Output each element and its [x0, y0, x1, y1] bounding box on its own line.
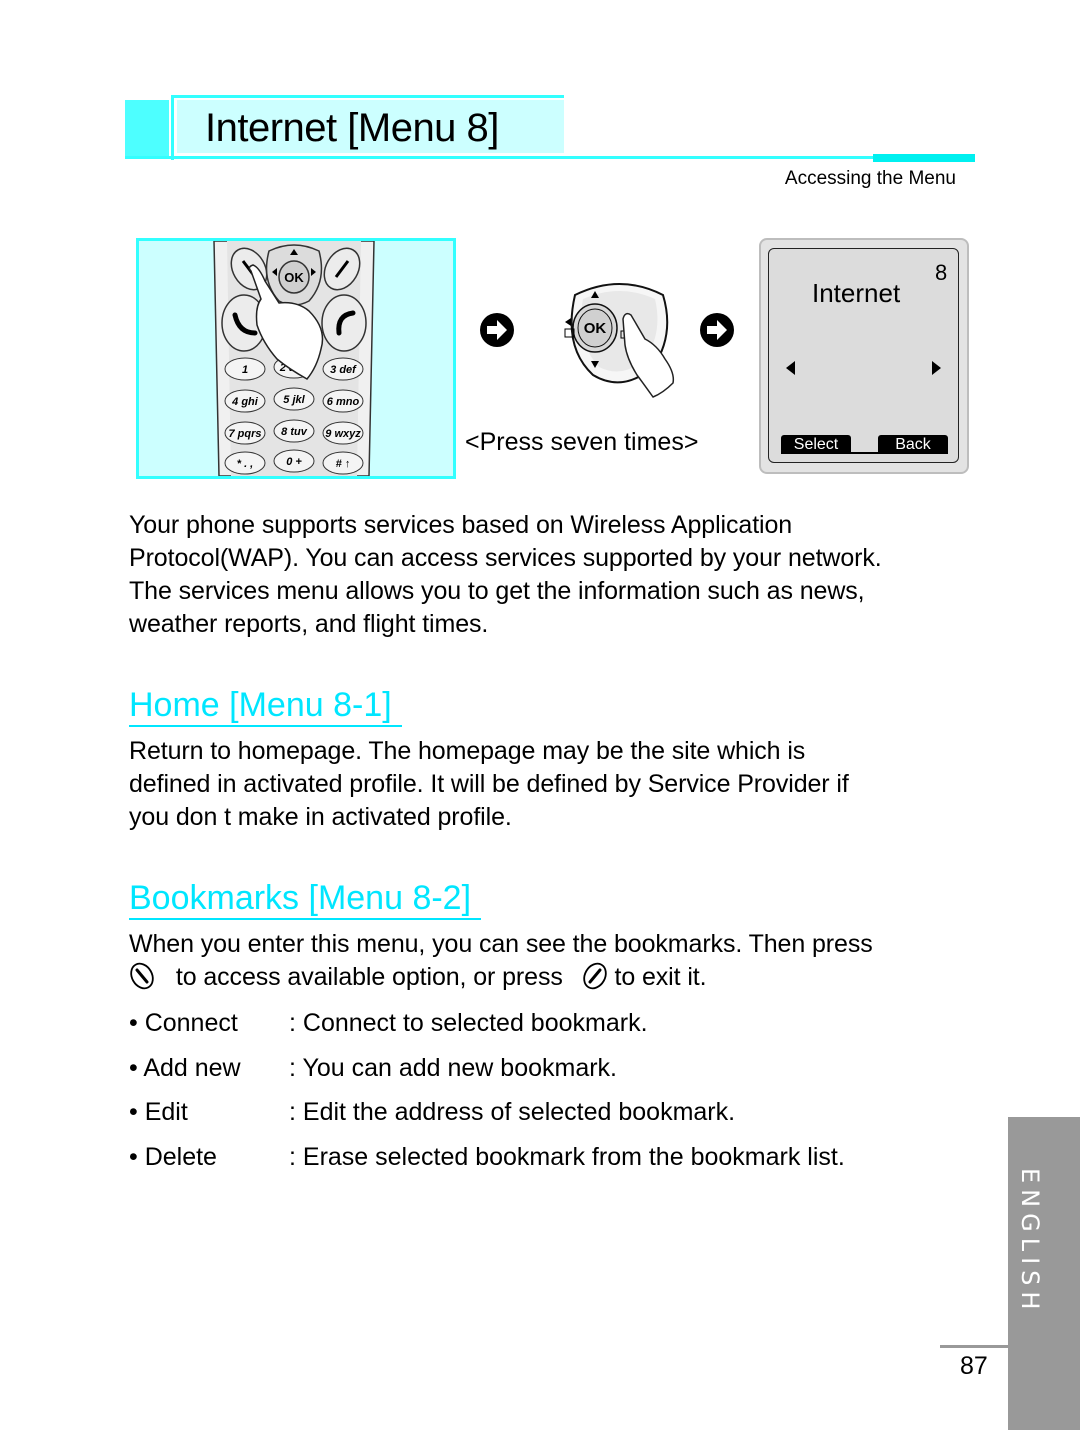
home-line: defined in activated profile. It will be… — [129, 770, 849, 798]
option-term: • Edit — [129, 1098, 188, 1126]
press-instruction: <Press seven times> — [465, 428, 699, 456]
key-4-label: 4 ghi — [231, 396, 259, 408]
phone-keypad-illustration: OK 1 2 abc 3 def 4 ghi 5 jkl 6 mno 7 pqr… — [136, 238, 456, 479]
home-section-title: Home [Menu 8-1] — [129, 685, 402, 727]
bookmarks-line-2-part2: to exit it. — [614, 963, 707, 991]
ok-key-label: OK — [284, 270, 304, 285]
ok-button-label: OK — [584, 320, 607, 337]
option-term: • Delete — [129, 1143, 217, 1171]
screen-menu-number: 8 — [935, 260, 948, 285]
intro-line: The services menu allows you to get the … — [129, 577, 865, 605]
language-label: ENGLISH — [1016, 1168, 1044, 1316]
option-desc: : You can add new bookmark. — [289, 1054, 618, 1082]
intro-line: Protocol(WAP). You can access services s… — [129, 544, 882, 572]
bookmarks-intro: When you enter this menu, you can see th… — [129, 928, 989, 994]
option-desc: : Erase selected bookmark from the bookm… — [289, 1143, 845, 1171]
option-desc: : Connect to selected bookmark. — [289, 1009, 648, 1037]
intro-paragraph: Your phone supports services based on Wi… — [129, 509, 989, 641]
bookmarks-line-2: to access available option, or press to … — [129, 961, 989, 994]
screen-menu-title: Internet — [812, 278, 901, 308]
key-6-label: 6 mno — [327, 396, 360, 408]
option-term: • Add new — [129, 1054, 241, 1082]
next-arrow-icon — [700, 313, 734, 347]
header-top-rule — [174, 95, 564, 98]
header-square-marker — [125, 100, 169, 156]
end-key — [321, 294, 367, 352]
next-arrow-icon — [480, 313, 514, 347]
intro-line: Your phone supports services based on Wi… — [129, 511, 793, 539]
header-tab-marker — [873, 154, 975, 162]
option-desc: : Edit the address of selected bookmark. — [289, 1098, 736, 1126]
page-number: 87 — [960, 1352, 988, 1380]
page-title: Internet [Menu 8] — [205, 106, 499, 150]
screen-left-arrow-icon — [786, 361, 795, 375]
key-hash-label: # ↑ — [336, 458, 351, 470]
bookmarks-line-2-part1: to access available option, or press — [175, 963, 563, 991]
key-star-label: * . , — [237, 458, 254, 470]
key-5-label: 5 jkl — [283, 394, 305, 406]
section-subtitle: Accessing the Menu — [784, 168, 956, 189]
key-3-label: 3 def — [330, 364, 357, 376]
option-term: • Connect — [129, 1009, 238, 1037]
header-divider — [171, 95, 174, 160]
header-bottom-rule — [125, 156, 875, 159]
intro-line: weather reports, and flight times. — [129, 610, 489, 638]
phone-keypad-drawing: OK 1 2 abc 3 def 4 ghi 5 jkl 6 mno 7 pqr… — [213, 241, 375, 476]
screen-back-softkey: Back — [878, 435, 948, 454]
left-softkey-icon — [130, 962, 154, 990]
key-8-label: 8 tuv — [281, 426, 308, 438]
nav-pad-illustration: OK — [564, 283, 675, 398]
home-section-paragraph: Return to homepage. The homepage may be … — [129, 735, 989, 834]
key-9-label: 9 wxyz — [325, 428, 361, 440]
key-0-label: 0 + — [286, 456, 302, 468]
key-7-label: 7 pqrs — [228, 428, 261, 440]
screen-select-softkey: Select — [781, 435, 851, 454]
page-number-rule — [940, 1345, 1008, 1348]
left-arrow-icon — [565, 318, 571, 326]
right-softkey-icon — [582, 962, 607, 990]
bookmarks-line: When you enter this menu, you can see th… — [129, 930, 873, 958]
bookmarks-section-title: Bookmarks [Menu 8-2] — [129, 878, 482, 920]
screen-right-arrow-icon — [932, 361, 941, 375]
home-line: Return to homepage. The homepage may be … — [129, 737, 806, 765]
key-1-label: 1 — [242, 364, 248, 376]
home-line: you don t make in activated profile. — [129, 803, 512, 831]
